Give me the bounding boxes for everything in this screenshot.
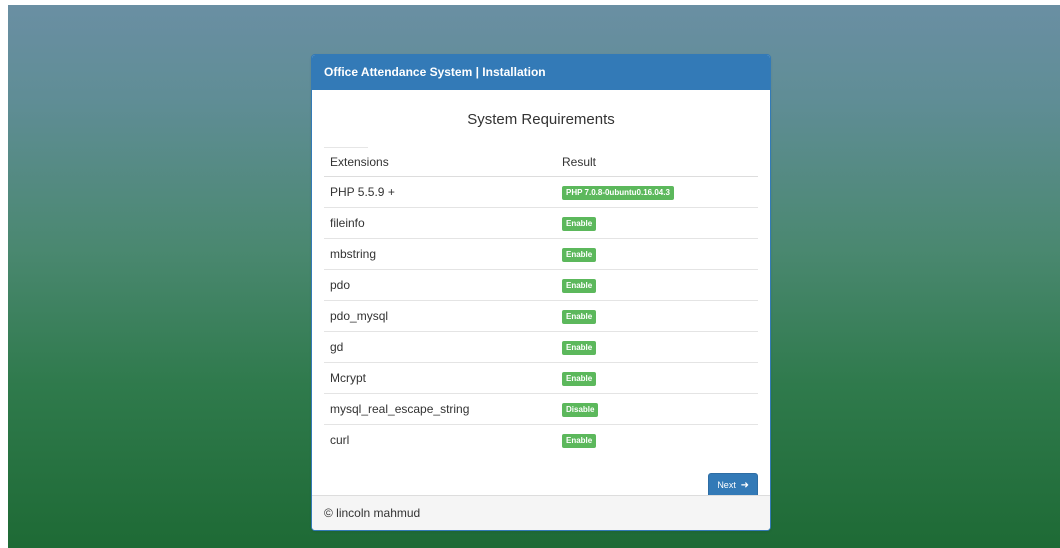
extension-name: Mcrypt — [324, 362, 556, 394]
table-row: Mcrypt Enable — [324, 362, 758, 394]
column-header-result: Result — [556, 148, 758, 177]
arrow-right-icon: ➜ — [737, 480, 749, 491]
extension-name: mysql_real_escape_string — [324, 393, 556, 425]
status-badge: Enable — [562, 310, 597, 324]
extension-name: pdo — [324, 269, 556, 301]
section-title: System Requirements — [467, 111, 615, 128]
table-row: PHP 5.5.9 + PHP 7.0.8-0ubuntu0.16.04.3 — [324, 176, 758, 208]
extension-name: curl — [330, 433, 350, 447]
table-row: pdo_mysql Enable — [324, 300, 758, 332]
status-badge: Enable — [562, 341, 597, 355]
status-badge: Enable — [562, 217, 597, 231]
requirements-table: Extensions Result PHP 5.5.9 + PHP 7.0.8-… — [324, 148, 758, 455]
status-badge: Enable — [562, 248, 597, 262]
status-badge: Enable — [562, 372, 597, 386]
table-row: pdo Enable — [324, 269, 758, 301]
column-header-extensions: Extensions — [324, 148, 556, 177]
extension-name: fileinfo — [324, 207, 556, 239]
panel-body: System Requirements Extensions Result PH… — [312, 109, 770, 498]
status-badge: Enable — [562, 279, 597, 293]
next-button-label: Next — [717, 480, 736, 490]
installation-panel: Office Attendance System | Installation … — [311, 54, 771, 531]
table-row: mbstring Enable — [324, 238, 758, 270]
status-badge: PHP 7.0.8-0ubuntu0.16.04.3 — [562, 186, 674, 200]
extension-name: mbstring — [324, 238, 556, 270]
status-badge: Enable — [562, 434, 597, 448]
extension-name: PHP 5.5.9 + — [324, 176, 556, 208]
panel-footer: © lincoln mahmud — [312, 495, 770, 530]
table-row: fileinfo Enable — [324, 207, 758, 239]
extension-name: pdo_mysql — [324, 300, 556, 332]
table-row: mysql_real_escape_string Disable — [324, 393, 758, 425]
extension-name: gd — [324, 331, 556, 363]
table-header-row: Extensions Result — [324, 148, 758, 177]
status-badge: Disable — [562, 403, 599, 417]
table-row: gd Enable — [324, 331, 758, 363]
panel-title: Office Attendance System | Installation — [312, 55, 770, 90]
table-row: curl Enable — [324, 425, 758, 456]
